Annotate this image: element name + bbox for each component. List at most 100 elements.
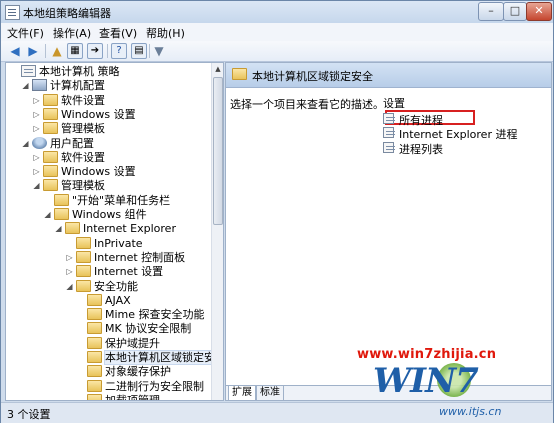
tab-extended[interactable]: 扩展	[228, 386, 256, 400]
app-icon	[5, 5, 20, 20]
policy-icon	[383, 113, 395, 124]
folder-icon	[87, 308, 102, 321]
window-title: 本地组策略编辑器	[23, 7, 111, 20]
menu-bar: 文件(F) 操作(A) 查看(V) 帮助(H)	[1, 23, 553, 41]
expand-icon	[10, 66, 19, 78]
tree-item-label: AJAX	[105, 293, 131, 307]
detail-title: 本地计算机区域锁定安全	[252, 70, 373, 83]
toolbar-separator	[149, 44, 150, 58]
menu-view[interactable]: 查看(V)	[99, 25, 137, 41]
tab-standard[interactable]: 标准	[256, 386, 284, 400]
show-hide-tree-icon[interactable]: ▦	[67, 43, 83, 59]
expand-icon[interactable]: ▷	[32, 152, 41, 164]
expand-icon	[76, 352, 85, 364]
expand-icon	[76, 381, 85, 393]
folder-icon	[54, 208, 69, 220]
expand-icon	[76, 309, 85, 321]
folder-icon	[87, 393, 102, 400]
computer-icon	[32, 79, 47, 92]
collapse-icon[interactable]: ◢	[54, 223, 63, 235]
folder-icon	[76, 250, 91, 263]
tree-item-label: 计算机配置	[50, 79, 105, 93]
back-icon[interactable]: ◀	[7, 43, 23, 59]
tree-item-label: 对象缓存保护	[105, 365, 171, 379]
collapse-icon[interactable]: ◢	[32, 180, 41, 192]
folder-icon	[54, 193, 69, 206]
collapse-icon[interactable]: ◢	[21, 80, 30, 92]
properties-icon[interactable]: ▤	[131, 43, 147, 59]
tree-scrollbar[interactable]: ▲	[211, 63, 223, 400]
expand-icon	[65, 238, 74, 250]
close-button[interactable]: ✕	[526, 2, 552, 21]
expand-icon	[76, 323, 85, 335]
up-folder-icon[interactable]: ▲	[49, 43, 65, 59]
collapse-icon[interactable]: ◢	[65, 281, 74, 293]
expand-icon[interactable]: ▷	[32, 123, 41, 135]
tree-item-label: Internet Explorer	[83, 222, 176, 236]
tree-item-label: 加载项管理	[105, 393, 160, 401]
setting-label: Internet Explorer 进程	[399, 128, 518, 141]
menu-action[interactable]: 操作(A)	[53, 25, 91, 41]
folder-icon	[87, 379, 102, 392]
tree-item-label: Internet 控制面板	[94, 250, 186, 264]
folder-icon	[43, 122, 58, 135]
column-header-settings[interactable]: 设置	[383, 95, 405, 111]
collapse-icon[interactable]: ◢	[21, 138, 30, 150]
folder-icon	[87, 351, 102, 363]
menu-help[interactable]: 帮助(H)	[146, 25, 185, 41]
expand-icon[interactable]: ▷	[65, 252, 74, 264]
expand-icon[interactable]: ▷	[32, 109, 41, 121]
maximize-button[interactable]: □	[503, 2, 527, 21]
tree-item-label: Windows 组件	[72, 208, 147, 221]
menu-file[interactable]: 文件(F)	[7, 25, 44, 41]
folder-icon	[76, 236, 91, 249]
title-bar[interactable]: 本地组策略编辑器 – □ ✕	[1, 1, 553, 23]
tree-item-label: 本地计算机 策略	[39, 65, 120, 78]
folder-icon	[87, 322, 102, 335]
minimize-button[interactable]: –	[478, 2, 504, 21]
tree-item-label: "开始"菜单和任务栏	[72, 193, 171, 207]
expand-icon[interactable]: ▷	[32, 166, 41, 178]
tree-item-label: InPrivate	[94, 236, 143, 250]
folder-icon	[87, 365, 102, 378]
expand-icon	[43, 195, 52, 207]
watermark-url: www.win7zhijia.cn	[357, 347, 497, 362]
expand-icon	[76, 395, 85, 400]
tree-item-label: MK 协议安全限制	[105, 322, 192, 336]
watermark-logo: WIN7	[373, 361, 479, 401]
filter-icon[interactable]: ▼	[151, 43, 167, 59]
tree-pane[interactable]: 本地计算机 策略 ◢ 计算机配置 ▷ 软件设置 ▷ Windows 设置 ▷ 管理模板 ◢ 用户配置…	[5, 62, 224, 401]
detail-header: 本地计算机区域锁定安全	[226, 63, 551, 88]
scroll-thumb[interactable]	[213, 77, 223, 225]
description-text: 选择一个项目来查看它的描述。	[230, 98, 384, 111]
tree-item-label: Internet 设置	[94, 265, 164, 279]
folder-icon	[76, 279, 91, 292]
tree-item-label: 安全功能	[94, 279, 138, 293]
tree-item-label: 二进制行为安全限制	[105, 379, 204, 393]
expand-icon[interactable]: ▷	[65, 266, 74, 278]
folder-icon	[43, 179, 58, 192]
scroll-up-icon[interactable]: ▲	[212, 63, 223, 76]
expand-icon	[76, 338, 85, 350]
folder-icon	[43, 165, 58, 178]
folder-icon	[65, 222, 80, 235]
collapse-icon[interactable]: ◢	[43, 209, 52, 221]
tree-item-label: 管理模板	[61, 179, 105, 193]
folder-icon	[43, 150, 58, 163]
export-icon[interactable]: ➔	[87, 43, 103, 59]
forward-icon[interactable]: ▶	[25, 43, 41, 59]
policy-icon	[383, 127, 395, 138]
toolbar-separator	[107, 44, 108, 58]
tree-item-label: 本地计算机区域锁定安全	[104, 350, 224, 365]
tree-item-label: 用户配置	[50, 136, 94, 150]
toolbar: ◀ ▶ ▲ ▦ ➔ ? ▤ ▼	[1, 41, 553, 62]
policy-icon	[383, 142, 395, 153]
folder-icon	[232, 68, 247, 80]
tree-item-label: Windows 设置	[61, 107, 136, 121]
expand-icon	[76, 295, 85, 307]
expand-icon[interactable]: ▷	[32, 95, 41, 107]
help-icon[interactable]: ?	[111, 43, 127, 59]
folder-icon	[43, 93, 58, 106]
policy-icon	[21, 65, 36, 77]
setting-label: 进程列表	[399, 143, 443, 156]
